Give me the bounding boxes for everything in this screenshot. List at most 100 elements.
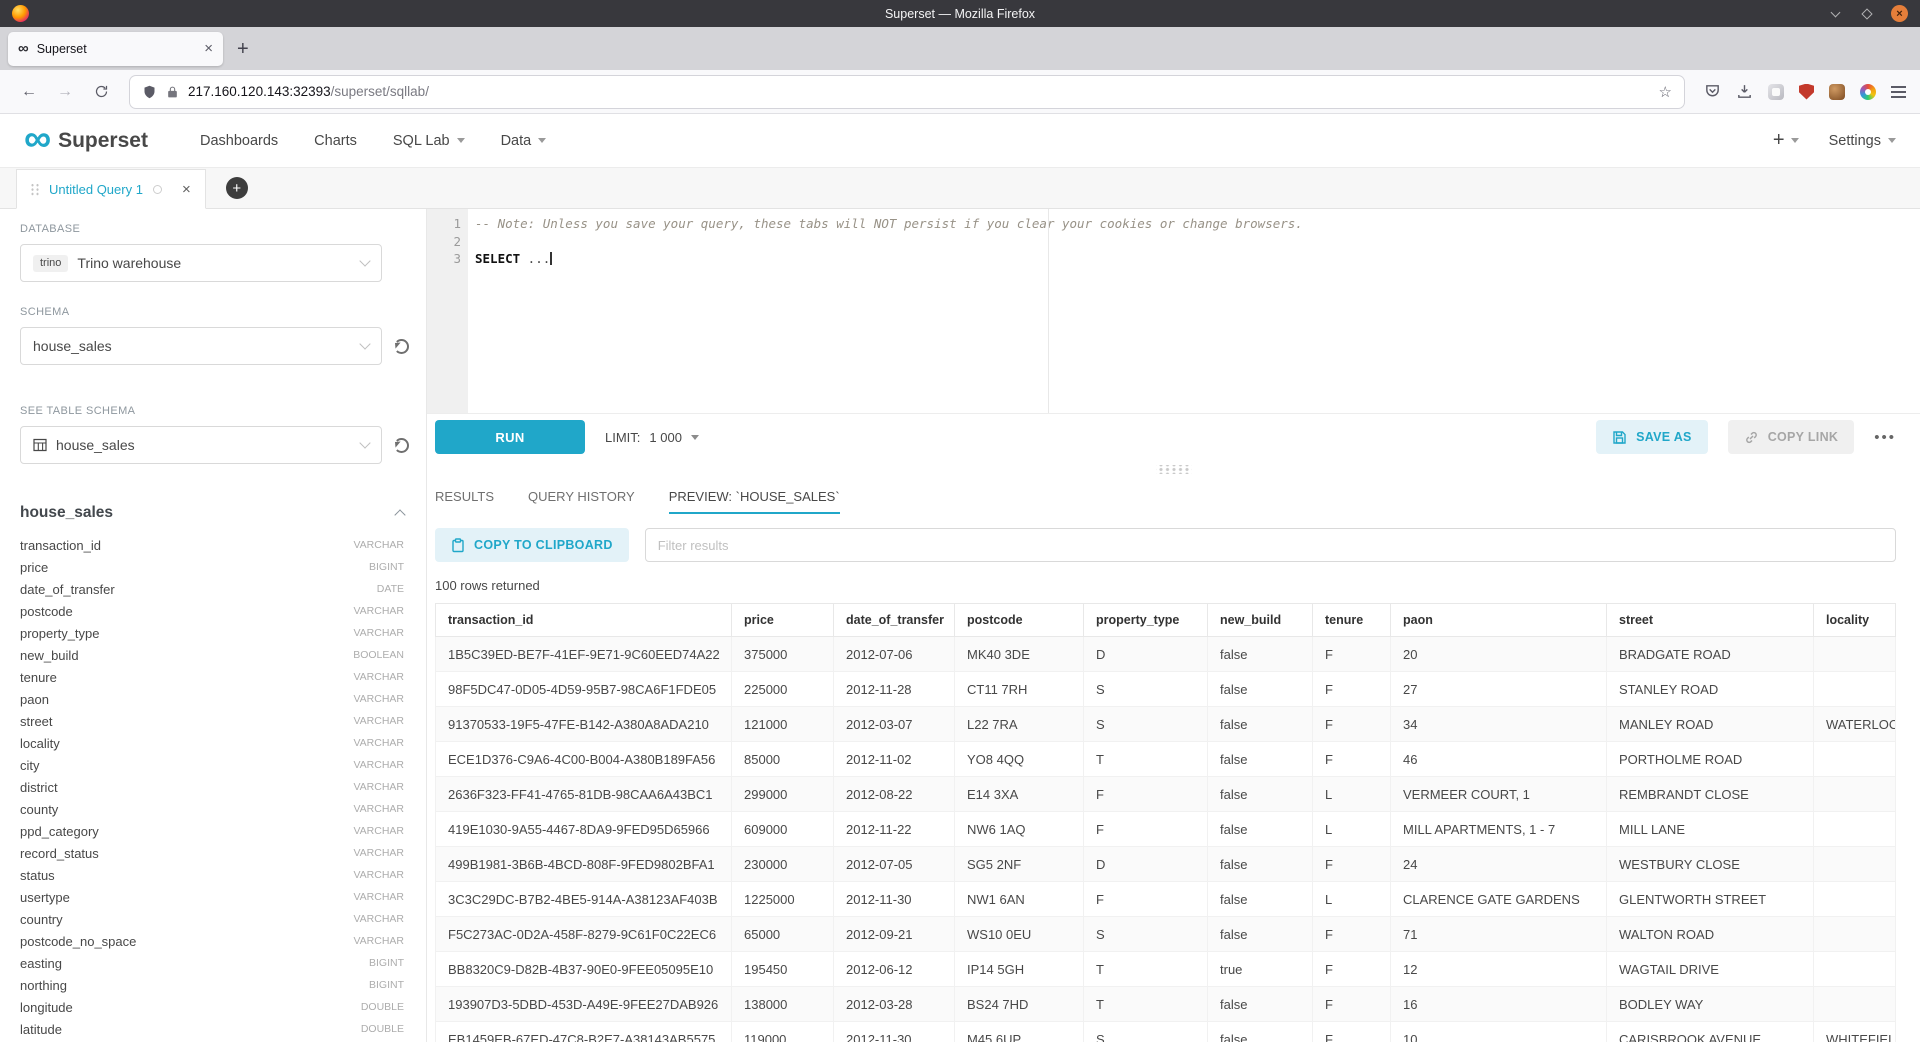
monkey-extension-icon[interactable] [1829, 84, 1845, 100]
table-cell: S [1084, 707, 1208, 742]
sql-editor[interactable]: -- Note: Unless you save your query, the… [468, 209, 1920, 413]
table-cell: F [1313, 707, 1391, 742]
back-button[interactable]: ← [14, 78, 44, 106]
column-header[interactable]: paon [1391, 604, 1607, 637]
nav-data[interactable]: Data [501, 133, 547, 149]
column-header[interactable]: date_of_transfer [834, 604, 955, 637]
column-type: DOUBLE [361, 1023, 404, 1035]
table-cell: F [1313, 987, 1391, 1022]
settings-menu[interactable]: Settings [1829, 133, 1896, 149]
tab-query-history[interactable]: QUERY HISTORY [528, 478, 635, 514]
column-header[interactable]: postcode [955, 604, 1084, 637]
browser-tab[interactable]: ∞ Superset × [8, 32, 223, 66]
tab-close-icon[interactable]: × [204, 41, 213, 56]
link-icon [1744, 430, 1759, 445]
window-close-button[interactable]: × [1891, 5, 1908, 22]
table-cell: 121000 [732, 707, 834, 742]
table-cell: F [1313, 672, 1391, 707]
schema-column-row: districtVARCHAR [20, 776, 408, 798]
pane-resize-handle[interactable] [427, 460, 1920, 478]
schema-column-row: date_of_transferDATE [20, 578, 408, 600]
schema-select[interactable]: house_sales [20, 327, 382, 365]
column-type: BIGINT [369, 957, 404, 969]
extension-puzzle-icon[interactable] [1768, 84, 1784, 100]
schema-column-row: longitudeDOUBLE [20, 996, 408, 1018]
column-header[interactable]: street [1607, 604, 1814, 637]
reload-button[interactable] [86, 78, 116, 106]
table-cell: false [1208, 637, 1313, 672]
table-cell: WAGTAIL DRIVE [1607, 952, 1814, 987]
query-tab[interactable]: Untitled Query 1 × [16, 169, 206, 209]
schema-column-row: latitudeDOUBLE [20, 1018, 408, 1040]
nav-sql-lab[interactable]: SQL Lab [393, 133, 465, 149]
table-cell: false [1208, 707, 1313, 742]
window-maximize-button[interactable] [1859, 6, 1875, 22]
table-cell: false [1208, 742, 1313, 777]
pinwheel-extension-icon[interactable] [1860, 84, 1876, 100]
collapse-icon [394, 509, 405, 520]
column-header[interactable]: transaction_id [436, 604, 732, 637]
table-cell: 2012-08-22 [834, 777, 955, 812]
table-cell: BS24 7HD [955, 987, 1084, 1022]
ublock-extension-icon[interactable] [1799, 84, 1814, 100]
pocket-icon[interactable] [1704, 83, 1721, 100]
tab-preview-house-sales[interactable]: PREVIEW: `HOUSE_SALES` [669, 478, 840, 514]
window-minimize-button[interactable] [1827, 6, 1843, 22]
table-cell: S [1084, 672, 1208, 707]
nav-dashboards[interactable]: Dashboards [200, 133, 278, 149]
save-as-button[interactable]: SAVE AS [1596, 420, 1708, 454]
database-select[interactable]: trino Trino warehouse [20, 244, 382, 282]
clipboard-icon [451, 538, 465, 553]
new-tab-button[interactable]: + [237, 39, 249, 59]
copy-to-clipboard-button[interactable]: COPY TO CLIPBOARD [435, 528, 629, 562]
forward-button[interactable]: → [50, 78, 80, 106]
copy-link-button[interactable]: COPY LINK [1728, 420, 1855, 454]
tab-results[interactable]: RESULTS [435, 478, 494, 514]
table-icon [33, 438, 47, 452]
query-tab-label: Untitled Query 1 [49, 182, 143, 197]
run-button[interactable]: RUN [435, 420, 585, 454]
column-name: county [20, 802, 58, 817]
table-schema-panel: house_sales transaction_idVARCHARpriceBI… [20, 504, 408, 1040]
schema-column-row: record_statusVARCHAR [20, 842, 408, 864]
column-name: locality [20, 736, 60, 751]
filter-results-input[interactable] [645, 528, 1896, 562]
table-refresh-button[interactable] [394, 438, 409, 453]
code-line: SELECT ... [475, 250, 1920, 268]
drag-handle-icon[interactable] [31, 183, 39, 196]
table-cell [1814, 847, 1896, 882]
table-cell: 2012-11-30 [834, 1022, 955, 1042]
table-name-header[interactable]: house_sales [20, 504, 408, 522]
header-right: + Settings [1773, 129, 1896, 152]
url-bar[interactable]: 217.160.120.143:32393/superset/sqllab/ ☆ [130, 76, 1684, 108]
column-header[interactable]: property_type [1084, 604, 1208, 637]
table-select[interactable]: house_sales [20, 426, 382, 464]
table-cell: false [1208, 1022, 1313, 1042]
query-tab-close-icon[interactable]: × [182, 182, 191, 197]
menu-icon[interactable] [1891, 91, 1906, 93]
table-cell: 499B1981-3B6B-4BCD-808F-9FED9802BFA1 [436, 847, 732, 882]
add-query-tab-button[interactable]: + [226, 177, 248, 199]
table-cell: 193907D3-5DBD-453D-A49E-9FEE27DAB926 [436, 987, 732, 1022]
column-name: district [20, 780, 58, 795]
add-new-button[interactable]: + [1773, 129, 1799, 152]
downloads-icon[interactable] [1736, 83, 1753, 100]
schema-column-row: statusVARCHAR [20, 864, 408, 886]
limit-dropdown[interactable]: LIMIT: 1 000 [605, 430, 699, 445]
column-header[interactable]: locality [1814, 604, 1896, 637]
table-cell: VERMEER COURT, 1 [1391, 777, 1607, 812]
superset-logo[interactable]: ∞ Superset [24, 129, 148, 153]
code-line [475, 233, 1920, 251]
column-header[interactable]: tenure [1313, 604, 1391, 637]
editor-rest: ... [520, 251, 550, 266]
shield-icon[interactable] [142, 84, 157, 100]
column-header[interactable]: new_build [1208, 604, 1313, 637]
bookmark-star-icon[interactable]: ☆ [1659, 83, 1672, 101]
nav-charts[interactable]: Charts [314, 133, 357, 149]
more-options-button[interactable]: ••• [1874, 429, 1896, 446]
column-header[interactable]: price [732, 604, 834, 637]
table-row: F5C273AC-0D2A-458F-8279-9C61F0C22EC66500… [436, 917, 1896, 952]
sqllab-sidebar: DATABASE trino Trino warehouse SCHEMA ho… [0, 209, 427, 1042]
lock-icon[interactable] [166, 85, 179, 99]
schema-refresh-button[interactable] [394, 339, 409, 354]
